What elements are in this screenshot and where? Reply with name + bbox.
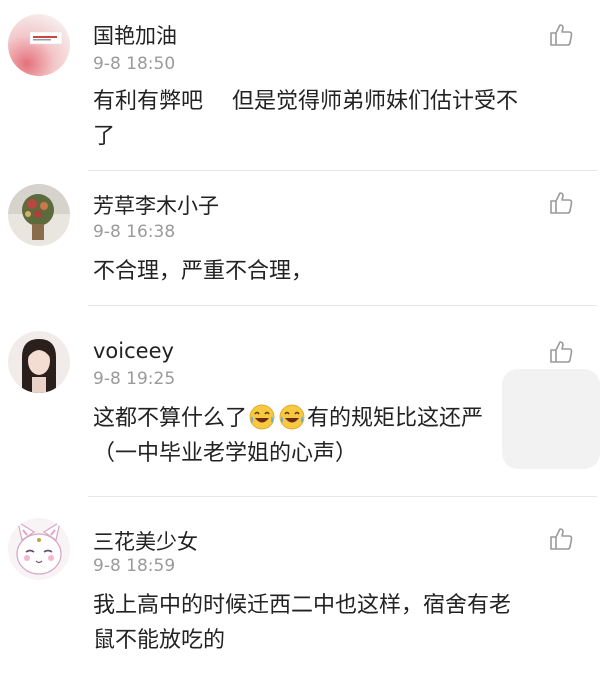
comment-text: 有利有弊吧 但是觉得师弟师妹们估计受不 了 [93,84,583,154]
thumbs-up-icon[interactable] [548,22,574,48]
thumbs-up-icon[interactable] [548,190,574,216]
timestamp: 9-8 18:59 [93,556,176,576]
avatar[interactable] [8,14,70,76]
comment-text: 不合理，严重不合理， [93,254,583,289]
tears-of-joy-emoji-icon [249,404,275,430]
avatar[interactable] [8,331,70,393]
timestamp: 9-8 18:50 [93,54,176,74]
username[interactable]: 三花美少女 [93,526,198,556]
comment-line: 不合理，严重不合理， [93,259,314,284]
comment-text: 我上高中的时候迁西二中也这样，宿舍有老 鼠不能放吃的 [93,588,583,658]
avatar[interactable] [8,518,70,580]
tears-of-joy-emoji-icon [279,404,305,430]
comment-item: 三花美少女 9-8 18:59 我上高中的时候迁西二中也这样，宿舍有老 鼠不能放… [0,496,607,685]
comment-item: 芳草李木小子 9-8 16:38 不合理，严重不合理， [0,170,607,305]
username[interactable]: 芳草李木小子 [93,190,219,220]
comment-line: 鼠不能放吃的 [93,628,226,653]
comment-line: 我上高中的时候迁西二中也这样，宿舍有老 [93,593,512,618]
thumbs-up-icon[interactable] [548,526,574,552]
comment-text-segment: 有的规矩比这还严 [307,406,484,431]
thumbs-up-icon[interactable] [548,339,574,365]
timestamp: 9-8 19:25 [93,369,176,389]
username[interactable]: voiceey [93,339,174,363]
floating-overlay [502,369,600,469]
avatar[interactable] [8,184,70,246]
timestamp: 9-8 16:38 [93,222,176,242]
comment-line: 了 [93,124,116,149]
comment-text-segment: 这都不算什么了 [93,406,248,431]
username[interactable]: 国艳加油 [93,20,177,50]
comment-item: 国艳加油 9-8 18:50 有利有弊吧 但是觉得师弟师妹们估计受不 了 [0,0,607,170]
comment-line: 有利有弊吧 但是觉得师弟师妹们估计受不 [93,89,518,114]
